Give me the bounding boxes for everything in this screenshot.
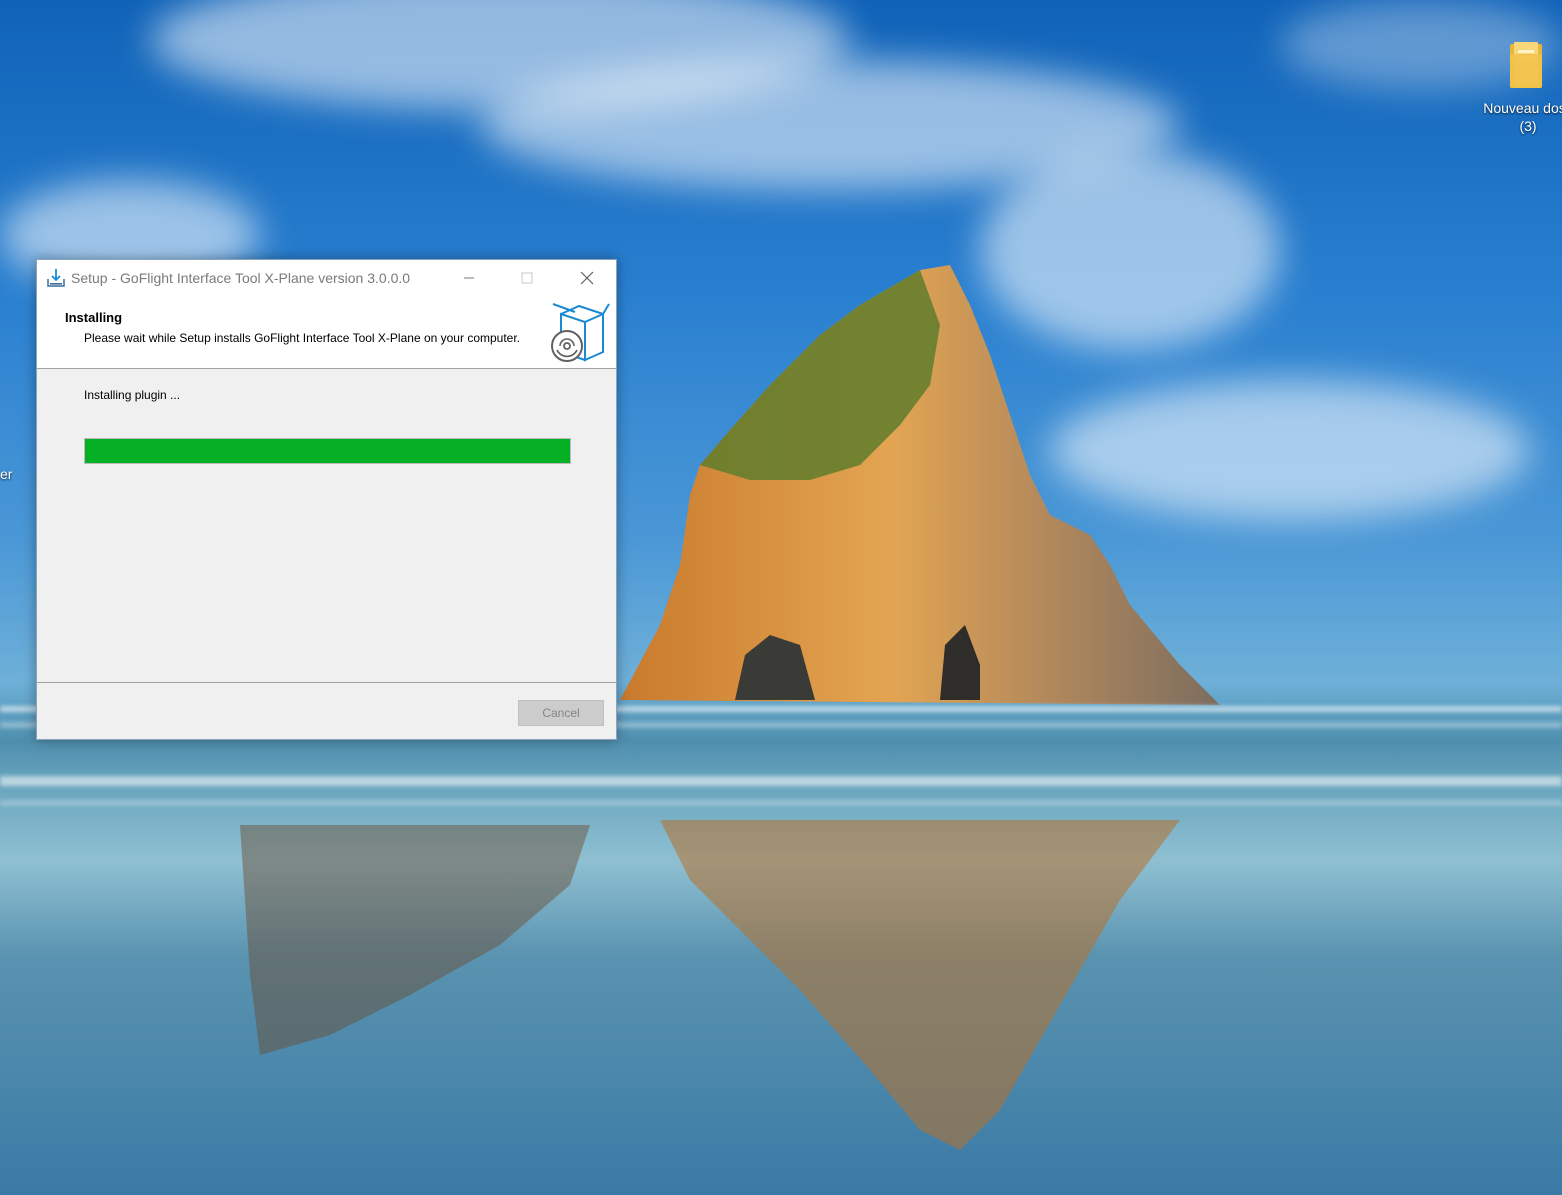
footer-divider: [37, 682, 616, 683]
maximize-button[interactable]: [498, 260, 556, 296]
cliff-reflection: [240, 825, 590, 1055]
progress-fill: [85, 439, 570, 463]
wizard-header: Installing Please wait while Setup insta…: [37, 296, 616, 369]
page-title: Installing: [65, 310, 123, 325]
desktop-background: Nouveau doss (3) er Setup - GoFlight Int…: [0, 0, 1562, 1195]
minimize-button[interactable]: [440, 260, 498, 296]
minimize-icon: [464, 277, 474, 279]
desktop-folder-item[interactable]: Nouveau doss (3): [1468, 40, 1562, 135]
close-icon: [580, 271, 594, 285]
desktop-item-label-clipped[interactable]: er: [0, 466, 12, 482]
sea-stack-rock: [620, 265, 1220, 705]
maximize-icon: [521, 272, 533, 284]
install-progress-bar: [84, 438, 571, 464]
wave: [0, 776, 1562, 786]
desktop-folder-label-suffix: (3): [1519, 118, 1537, 134]
setup-window: Setup - GoFlight Interface Tool X-Plane …: [36, 259, 617, 740]
setup-installer-icon: [47, 269, 65, 287]
wave: [0, 800, 1562, 806]
cancel-button[interactable]: Cancel: [518, 700, 604, 726]
software-box-disc-icon: [551, 303, 610, 362]
rock-reflection: [660, 820, 1180, 1150]
close-button[interactable]: [558, 260, 616, 296]
folder-icon: [1510, 42, 1542, 88]
desktop-folder-label: Nouveau doss: [1483, 100, 1562, 116]
window-title: Setup - GoFlight Interface Tool X-Plane …: [71, 270, 411, 286]
install-status-label: Installing plugin ...: [84, 388, 181, 402]
title-bar[interactable]: Setup - GoFlight Interface Tool X-Plane …: [37, 260, 616, 296]
page-description: Please wait while Setup installs GoFligh…: [84, 331, 521, 345]
